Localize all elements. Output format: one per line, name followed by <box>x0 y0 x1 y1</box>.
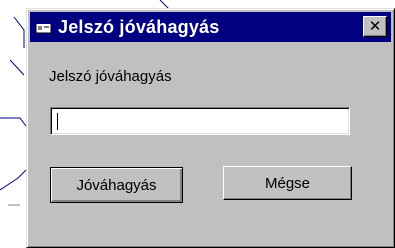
password-input[interactable] <box>50 107 350 135</box>
password-confirm-dialog: Jelszó jóváhagyás ✕ Jelszó jóváhagyás Jó… <box>26 8 395 248</box>
text-caret <box>57 113 58 130</box>
close-button[interactable]: ✕ <box>363 16 387 37</box>
screenshot-page: Jelszó jóváhagyás ✕ Jelszó jóváhagyás Jó… <box>0 0 395 248</box>
title-bar[interactable]: Jelszó jóváhagyás ✕ <box>30 12 391 42</box>
window-title: Jelszó jóváhagyás <box>58 16 220 37</box>
cancel-button[interactable]: Mégse <box>223 166 352 200</box>
confirm-button[interactable]: Jóváhagyás <box>50 167 183 203</box>
close-icon: ✕ <box>368 17 382 35</box>
prompt-label: Jelszó jóváhagyás <box>49 68 172 85</box>
window-app-icon <box>35 18 53 36</box>
